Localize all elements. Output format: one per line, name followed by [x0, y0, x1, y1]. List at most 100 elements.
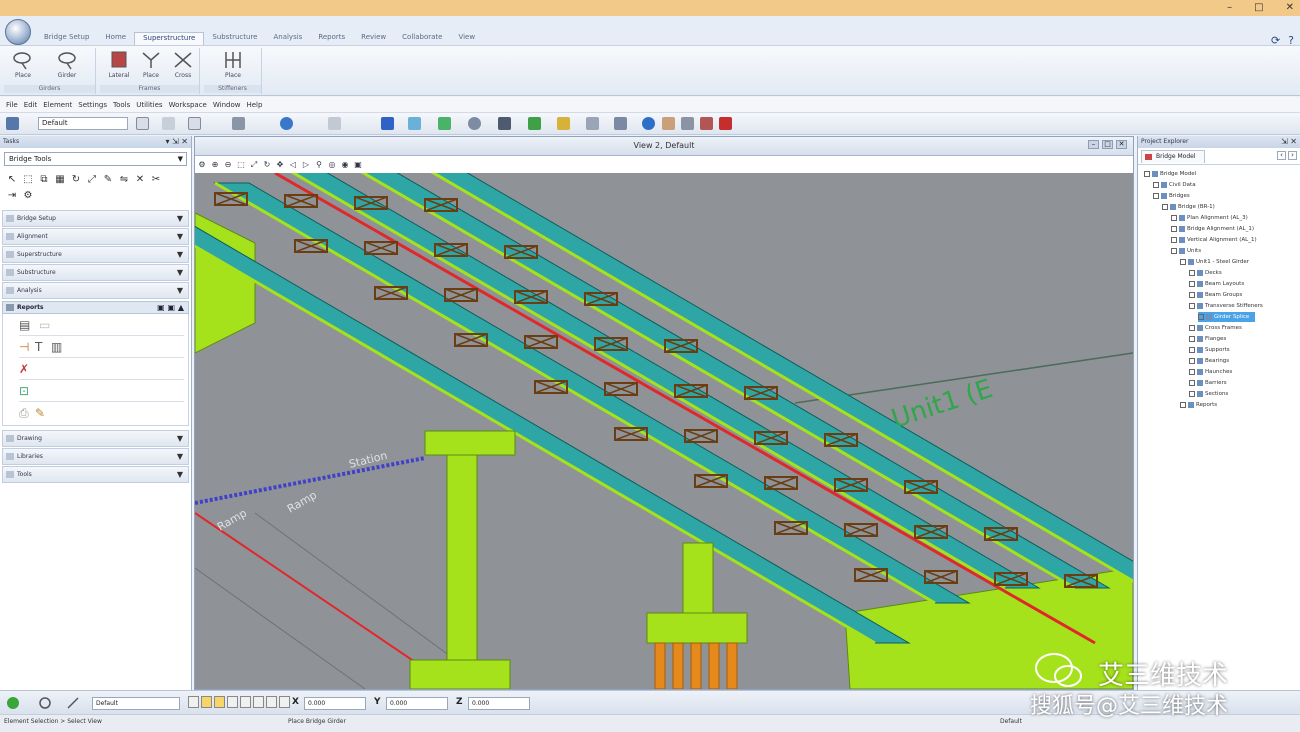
task-section[interactable]: Drawing ▼	[2, 430, 189, 447]
rotate-view-icon[interactable]: ↻	[262, 160, 272, 170]
view-previous-icon[interactable]: ◁	[288, 160, 298, 170]
tree-checkbox[interactable]	[1189, 324, 1195, 331]
panel-controls[interactable]: ⇲ ✕	[1281, 136, 1297, 148]
tree-node[interactable]: Cross Frames	[1189, 323, 1242, 333]
tree-node[interactable]: Bridge (BR-1)	[1162, 202, 1215, 212]
tree-node[interactable]: Decks	[1189, 268, 1222, 278]
weight-icon[interactable]	[232, 117, 245, 130]
globe-icon[interactable]	[280, 117, 293, 130]
tree-checkbox[interactable]	[1171, 247, 1177, 254]
pencil-icon[interactable]	[614, 117, 627, 130]
close-button[interactable]: ✕	[1286, 1, 1294, 15]
y-coordinate-input[interactable]: 0.000	[386, 697, 448, 710]
tree-node[interactable]: Bridge Model	[1144, 169, 1196, 179]
report-row[interactable]: ✗	[19, 360, 184, 380]
ribbon-tab[interactable]: Analysis	[265, 32, 310, 45]
ribbon-tab[interactable]: Collaborate	[394, 32, 450, 45]
select-icon[interactable]	[381, 117, 394, 130]
tools-combo[interactable]: Bridge Tools ▼	[4, 152, 187, 166]
place-stiffener-button[interactable]: Place	[218, 50, 248, 79]
tree-checkbox[interactable]	[1189, 357, 1195, 364]
color-icon[interactable]	[162, 117, 175, 130]
tree-checkbox[interactable]	[1189, 280, 1195, 287]
bottom-level-combo[interactable]: Default	[92, 697, 180, 710]
menu-item[interactable]: Tools	[113, 101, 130, 109]
rect-select-icon[interactable]: ⬚	[22, 174, 34, 186]
fit-view-icon[interactable]: ⤢	[249, 160, 259, 170]
tree-checkbox[interactable]	[1153, 181, 1159, 188]
application-menu-button[interactable]	[5, 19, 31, 45]
tree-checkbox[interactable]	[1180, 401, 1186, 408]
tree-checkbox[interactable]	[1171, 236, 1177, 243]
view-minimize-button[interactable]: –	[1088, 140, 1099, 149]
cross-frame-button[interactable]: Cross	[168, 50, 198, 79]
menu-item[interactable]: Utilities	[136, 101, 162, 109]
lateral-button[interactable]: Lateral	[104, 50, 134, 79]
tree-node[interactable]: Civil Data	[1153, 180, 1196, 190]
panel-controls[interactable]: ▾ ⇲ ✕	[165, 136, 188, 148]
menu-item[interactable]: File	[6, 101, 18, 109]
tree-checkbox[interactable]	[1189, 379, 1195, 386]
zoom-in-icon[interactable]: ⊕	[210, 160, 220, 170]
stretch-tool-icon[interactable]: ⤢	[86, 174, 98, 186]
task-section[interactable]: Analysis ▼	[2, 282, 189, 299]
place-girder-button[interactable]: Place	[8, 50, 38, 79]
array-icon[interactable]	[557, 117, 570, 130]
task-section[interactable]: Alignment ▼	[2, 228, 189, 245]
element-info-icon[interactable]	[136, 117, 149, 130]
delete-tool-icon[interactable]: ✕	[134, 174, 146, 186]
reports-section-header[interactable]: Reports ▣ ▣ ▲	[2, 301, 189, 314]
minimize-button[interactable]: –	[1227, 1, 1232, 15]
tree-node[interactable]: Bearings	[1189, 356, 1229, 366]
view-7-icon[interactable]	[279, 696, 290, 708]
move-icon[interactable]	[438, 117, 451, 130]
pan-view-icon[interactable]: ✥	[275, 160, 285, 170]
camera-icon[interactable]: ◎	[327, 160, 337, 170]
tree-checkbox[interactable]	[1189, 368, 1195, 375]
task-section[interactable]: Superstructure ▼	[2, 246, 189, 263]
view-2-icon[interactable]	[214, 696, 225, 708]
task-section[interactable]: Bridge Setup ▼	[2, 210, 189, 227]
trim-tool-icon[interactable]: ✂	[150, 174, 162, 186]
zoom-out-icon[interactable]: ⊖	[223, 160, 233, 170]
menu-item[interactable]: Help	[246, 101, 262, 109]
report-row[interactable]: ⊣ T ▥	[19, 338, 184, 358]
tree-node[interactable]: Unit1 - Steel Girder	[1180, 257, 1249, 267]
tree-checkbox[interactable]	[1189, 346, 1195, 353]
tree-checkbox[interactable]	[1144, 170, 1150, 177]
tree-node[interactable]: Barriers	[1189, 378, 1227, 388]
accudraw-icon[interactable]	[6, 696, 20, 710]
window-area-icon[interactable]: ⬚	[236, 160, 246, 170]
tree-node[interactable]: Transverse Stiffeners	[1189, 301, 1263, 311]
tree-checkbox[interactable]	[1189, 302, 1195, 309]
rotate-icon[interactable]	[468, 117, 481, 130]
settings-tool-icon[interactable]: ⚙	[22, 190, 34, 202]
place-frame-button[interactable]: Place	[136, 50, 166, 79]
draw-tool-icon[interactable]: ✎	[102, 174, 114, 186]
ribbon-tab[interactable]: Substructure	[204, 32, 265, 45]
line-style-icon[interactable]	[188, 117, 201, 130]
tree-node[interactable]: Reports	[1180, 400, 1217, 410]
scale-icon[interactable]	[498, 117, 511, 130]
tree-node[interactable]: Vertical Alignment (AL_1)	[1171, 235, 1257, 245]
tree-checkbox[interactable]	[1189, 291, 1195, 298]
tree-node[interactable]: Beam Layouts	[1189, 279, 1244, 289]
menu-item[interactable]: Settings	[78, 101, 107, 109]
view-1-icon[interactable]	[201, 696, 212, 708]
task-section[interactable]: Substructure ▼	[2, 264, 189, 281]
z-coordinate-input[interactable]: 0.000	[468, 697, 530, 710]
frame-tool-icon[interactable]: ▦	[54, 174, 66, 186]
level-combo[interactable]: Default	[38, 117, 128, 130]
render-icon[interactable]: ◉	[340, 160, 350, 170]
tree-checkbox[interactable]	[1153, 192, 1159, 199]
tree-node[interactable]: Plan Alignment (AL_3)	[1171, 213, 1248, 223]
rotate-tool-icon[interactable]: ↻	[70, 174, 82, 186]
ribbon-tab[interactable]: Reports	[310, 32, 353, 45]
report-row[interactable]: ▤ ▭	[19, 316, 184, 336]
view-4-icon[interactable]	[240, 696, 251, 708]
keyin-icon[interactable]	[662, 117, 675, 130]
view-5-icon[interactable]	[253, 696, 264, 708]
view-window[interactable]: View 2, Default – □ ✕ ⚙ ⊕ ⊖ ⬚ ⤢ ↻ ✥ ◁ ▷ …	[194, 136, 1134, 690]
pointer-icon[interactable]: ↖	[6, 174, 18, 186]
tree-checkbox[interactable]	[1162, 203, 1168, 210]
